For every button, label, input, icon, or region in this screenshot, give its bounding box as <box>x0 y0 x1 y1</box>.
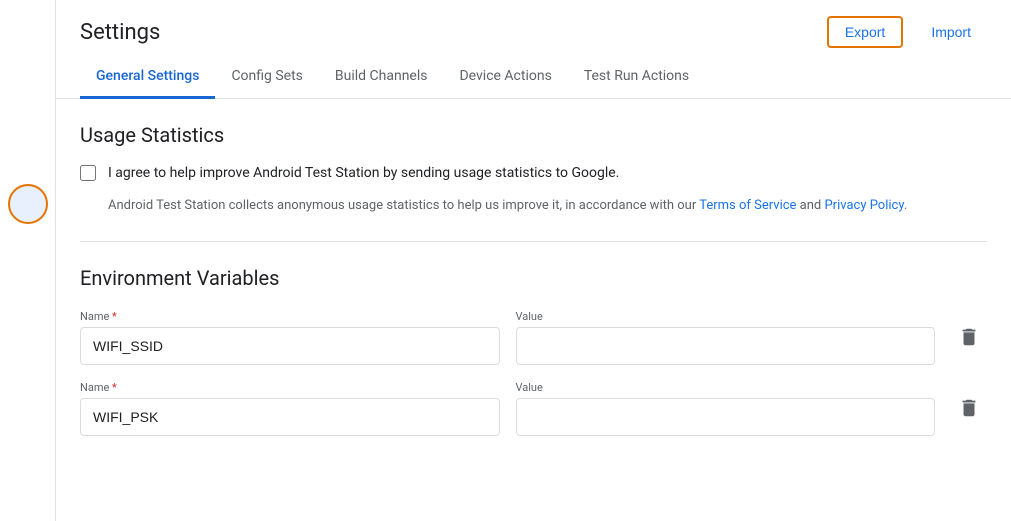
sidebar-item-folder[interactable] <box>8 228 48 268</box>
tab-build-channels[interactable]: Build Channels <box>319 56 444 99</box>
tab-test-run-actions[interactable]: Test Run Actions <box>568 56 705 99</box>
usage-statistics-title: Usage Statistics <box>80 123 987 147</box>
page-title: Settings <box>80 20 160 45</box>
env-value-label-1: Value <box>516 310 936 323</box>
content-area: Usage Statistics I agree to help improve… <box>56 99 1011 521</box>
env-delete-button-2[interactable] <box>951 390 987 426</box>
env-name-label-2: Name * <box>80 381 500 394</box>
terms-link[interactable]: Terms of Service <box>699 198 796 213</box>
usage-stats-checkbox-row: I agree to help improve Android Test Sta… <box>80 163 987 184</box>
env-delete-button-1[interactable] <box>951 319 987 355</box>
tab-device-actions[interactable]: Device Actions <box>443 56 567 99</box>
tabs-bar: General Settings Config Sets Build Chann… <box>56 56 1011 99</box>
env-name-label-1: Name * <box>80 310 500 323</box>
env-row-2: Name * Value <box>80 381 987 436</box>
env-value-label-2: Value <box>516 381 936 394</box>
section-divider <box>80 241 987 242</box>
env-value-input-2[interactable] <box>516 398 936 436</box>
env-name-field-2: Name * <box>80 381 500 436</box>
env-value-field-1: Value <box>516 310 936 365</box>
env-value-field-2: Value <box>516 381 936 436</box>
sidebar-item-tasks[interactable] <box>8 8 48 48</box>
usage-stats-label[interactable]: I agree to help improve Android Test Sta… <box>108 163 619 184</box>
env-variables-title: Environment Variables <box>80 266 987 290</box>
env-value-input-1[interactable] <box>516 327 936 365</box>
privacy-link[interactable]: Privacy Policy <box>824 198 903 213</box>
tab-general-settings[interactable]: General Settings <box>80 56 215 99</box>
env-row-1: Name * Value <box>80 310 987 365</box>
info-text-before: Android Test Station collects anonymous … <box>108 198 699 213</box>
env-name-input-2[interactable] <box>80 398 500 436</box>
usage-stats-info: Android Test Station collects anonymous … <box>108 196 987 217</box>
info-text-after: . <box>904 198 907 213</box>
header-actions: Export Import <box>827 16 987 48</box>
sidebar-item-device[interactable] <box>8 140 48 180</box>
sidebar-item-calendar[interactable] <box>8 52 48 92</box>
sidebar-item-analytics[interactable] <box>8 96 48 136</box>
page-header: Settings Export Import <box>56 0 1011 48</box>
usage-stats-checkbox[interactable] <box>80 165 96 181</box>
env-name-input-1[interactable] <box>80 327 500 365</box>
import-button[interactable]: Import <box>915 18 987 46</box>
export-button[interactable]: Export <box>827 16 903 48</box>
sidebar <box>0 0 56 521</box>
info-text-middle: and <box>796 198 824 213</box>
main-content: Settings Export Import General Settings … <box>56 0 1011 521</box>
tab-config-sets[interactable]: Config Sets <box>215 56 318 99</box>
sidebar-item-settings[interactable] <box>8 184 48 224</box>
env-name-field-1: Name * <box>80 310 500 365</box>
